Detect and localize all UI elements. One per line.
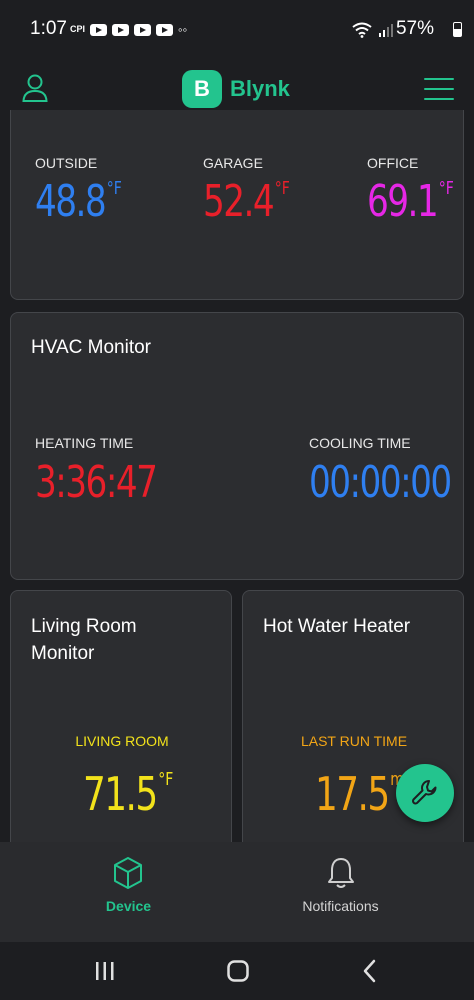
recent-apps-icon[interactable] bbox=[94, 960, 116, 982]
back-icon[interactable] bbox=[360, 959, 380, 983]
card-title: HVAC Monitor bbox=[31, 337, 152, 358]
last-run-time-label: LAST RUN TIME bbox=[300, 733, 408, 749]
wifi-icon bbox=[352, 22, 372, 38]
signal-icon bbox=[379, 24, 393, 37]
outside-label: OUTSIDE bbox=[35, 155, 98, 171]
nav-device-label: Device bbox=[105, 898, 152, 914]
logo-badge: B bbox=[182, 70, 222, 108]
connectivity-icons bbox=[352, 22, 394, 38]
battery-icon bbox=[453, 22, 462, 37]
battery-percent: 57% bbox=[395, 18, 434, 39]
cpi-icon: CPI bbox=[70, 24, 86, 34]
office-value: 69.1°F bbox=[367, 176, 454, 227]
voicemail-icon: ◦◦ bbox=[178, 22, 188, 37]
cube-icon bbox=[114, 857, 142, 889]
status-time: 1:07 bbox=[30, 18, 67, 39]
nav-notifications[interactable]: Notifications bbox=[222, 842, 459, 942]
cooling-time-label: COOLING TIME bbox=[309, 435, 411, 451]
home-icon[interactable] bbox=[226, 959, 250, 983]
living-room-label: LIVING ROOM bbox=[75, 733, 169, 749]
youtube-icon bbox=[90, 23, 108, 36]
nav-device[interactable]: Device bbox=[10, 842, 247, 942]
bottom-navigation: Device Notifications bbox=[0, 842, 474, 942]
system-navigation-bar bbox=[0, 942, 474, 1000]
user-icon[interactable] bbox=[22, 74, 48, 102]
hvac-monitor-card[interactable]: HVAC Monitor HEATING TIME 3:36:47 COOLIN… bbox=[10, 312, 464, 580]
youtube-icon bbox=[112, 23, 130, 36]
youtube-icon bbox=[156, 23, 174, 36]
garage-label: GARAGE bbox=[203, 155, 263, 171]
living-room-value: 71.5°F bbox=[83, 767, 174, 821]
edit-wrench-button[interactable] bbox=[396, 764, 454, 822]
nav-notifications-label: Notifications bbox=[302, 898, 379, 914]
heating-time-label: HEATING TIME bbox=[35, 435, 134, 451]
cooling-time-value: 00:00:00 bbox=[309, 457, 452, 508]
card-title: Living Room Monitor bbox=[31, 616, 137, 664]
youtube-icon bbox=[134, 23, 152, 36]
bell-icon bbox=[328, 858, 354, 888]
blynk-logo: B Blynk bbox=[182, 70, 290, 108]
garage-value: 52.4°F bbox=[203, 176, 290, 227]
temperatures-card: OUTSIDE 48.8°F GARAGE 52.4°F OFFICE 69.1… bbox=[10, 110, 464, 300]
living-room-monitor-card[interactable]: Living Room Monitor LIVING ROOM 71.5°F bbox=[10, 590, 232, 860]
status-bar: 1:07 CPI ◦◦ 57% bbox=[0, 0, 474, 58]
outside-value: 48.8°F bbox=[35, 176, 122, 227]
hamburger-menu-icon[interactable] bbox=[424, 78, 454, 100]
notification-icons: CPI ◦◦ bbox=[70, 22, 187, 37]
office-label: OFFICE bbox=[367, 155, 419, 171]
wrench-icon bbox=[412, 780, 437, 805]
card-title: Hot Water Heater bbox=[263, 616, 411, 637]
logo-text: Blynk bbox=[230, 76, 290, 101]
heating-time-value: 3:36:47 bbox=[35, 457, 158, 508]
